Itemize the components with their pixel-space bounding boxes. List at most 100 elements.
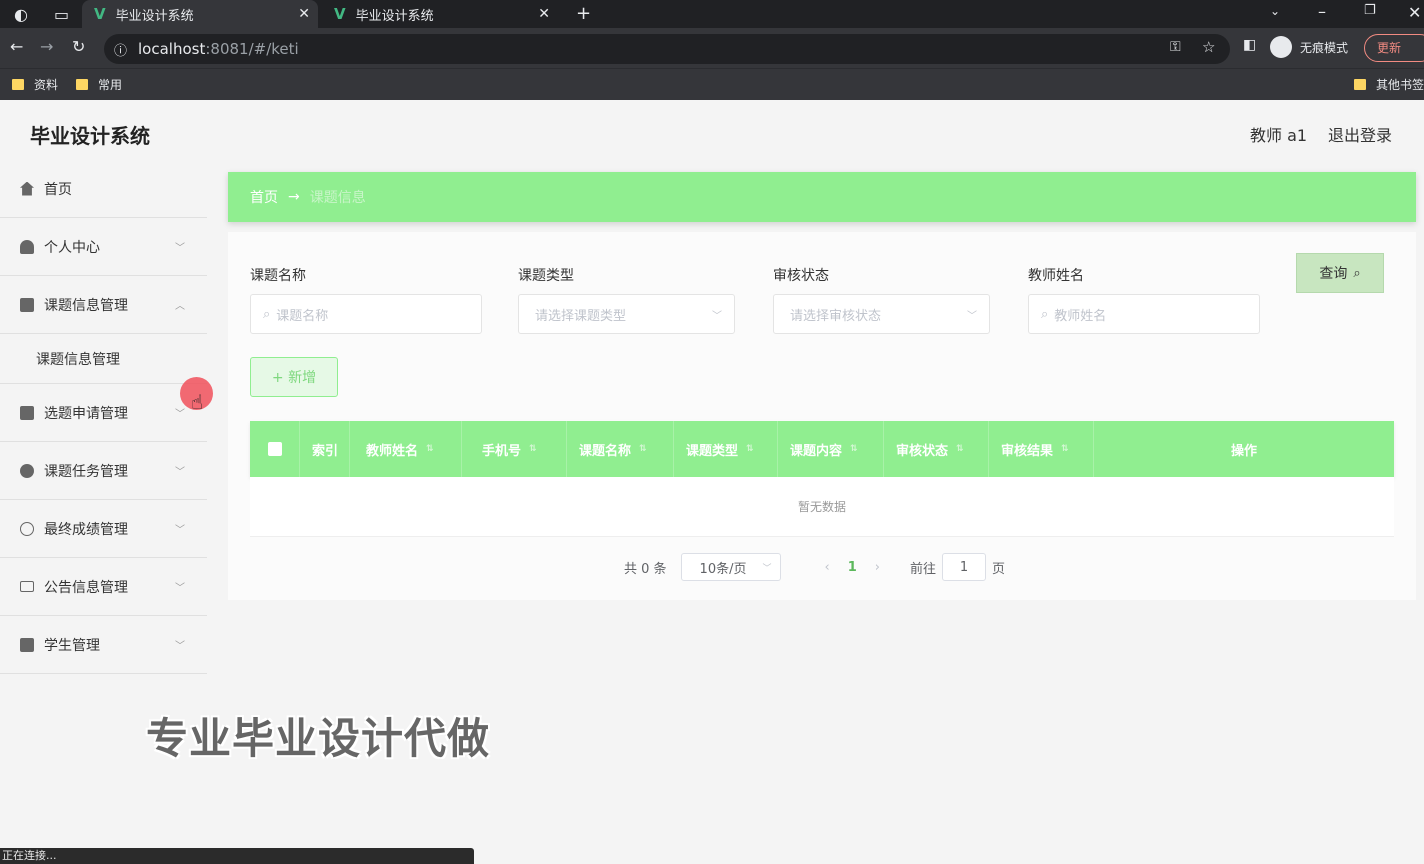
sidebar-subitem-label: 课题信息管理 bbox=[36, 351, 120, 368]
teacher-name-input[interactable]: ⌕ 教师姓名 bbox=[1028, 294, 1260, 334]
chevron-down-icon: ﹀ bbox=[712, 310, 722, 322]
chevron-down-icon: ﹀ bbox=[175, 525, 185, 536]
watermark-text: 专业毕业设计代做 bbox=[146, 714, 491, 763]
home-icon bbox=[20, 181, 34, 196]
site-info-icon[interactable]: ⓘ bbox=[114, 40, 127, 59]
sidebar-item-task-management[interactable]: 课题任务管理 ﹀ bbox=[0, 442, 207, 500]
sort-icon[interactable]: ⇅ bbox=[1061, 444, 1069, 454]
page-size-select[interactable]: 10条/页 ﹀ bbox=[680, 553, 781, 581]
tab-search-icon[interactable]: ▭ bbox=[54, 5, 69, 24]
pagination-total: 共 0 条 bbox=[624, 561, 667, 577]
topic-name-input[interactable]: ⌕ 课题名称 bbox=[250, 294, 482, 334]
column-header[interactable]: 课题类型 ⇅ bbox=[674, 421, 778, 477]
incognito-icon bbox=[1270, 36, 1292, 58]
column-header[interactable]: 审核状态 ⇅ bbox=[884, 421, 989, 477]
topic-type-select[interactable]: 请选择课题类型 ﹀ bbox=[518, 294, 735, 334]
sidebar-item-label: 个人中心 bbox=[44, 239, 100, 256]
add-button[interactable]: + 新增 bbox=[250, 357, 338, 397]
topic-name-placeholder: 课题名称 bbox=[276, 308, 329, 324]
window-close-icon[interactable]: ✕ bbox=[1408, 3, 1421, 22]
sidebar-item-personal-center[interactable]: 个人中心 ﹀ bbox=[0, 218, 207, 276]
browser-tab-bar: ◐ ▭ V 毕业设计系统 ✕ V 毕业设计系统 ✕ + ⌄ – ❐ ✕ bbox=[0, 0, 1424, 28]
sidebar-item-label: 学生管理 bbox=[44, 637, 100, 654]
bookmarks-bar: 资料 常用 其他书签 bbox=[0, 68, 1424, 100]
column-label: 操作 bbox=[1230, 443, 1257, 459]
sidebar-subitem-topic-info[interactable]: 课题信息管理 bbox=[0, 334, 207, 384]
column-label: 课题名称 bbox=[579, 443, 632, 459]
table-header: 索引 教师姓名 ⇅ 手机号 ⇅ 课题名称 ⇅ 课题类型 ⇅ 课题内容 ⇅ 审核状态 ⇅ 审核… bbox=[250, 421, 1394, 477]
incognito-profile[interactable]: 无痕模式 bbox=[1270, 36, 1348, 58]
breadcrumb-home[interactable]: 首页 bbox=[250, 187, 278, 207]
restore-icon[interactable]: ❐ bbox=[1364, 3, 1376, 18]
page-number-current[interactable]: 1 bbox=[848, 560, 857, 575]
empty-text: 暂无数据 bbox=[797, 500, 846, 514]
sidebar-item-home[interactable]: 首页 bbox=[0, 160, 207, 218]
bookmark-star-icon[interactable]: ☆ bbox=[1202, 38, 1215, 56]
sort-icon[interactable]: ⇅ bbox=[426, 444, 434, 454]
address-bar[interactable]: ⓘ localhost:8081/#/keti ⚿ ☆ bbox=[104, 34, 1230, 64]
clipboard-icon bbox=[20, 405, 34, 420]
bookmark-label: 常用 bbox=[98, 78, 123, 92]
query-label: 查询 bbox=[1319, 266, 1348, 282]
sort-icon[interactable]: ⇅ bbox=[746, 444, 754, 454]
table-empty-row: 暂无数据 bbox=[250, 477, 1394, 537]
select-all-checkbox[interactable] bbox=[268, 442, 282, 456]
new-tab-icon[interactable]: + bbox=[576, 3, 591, 24]
prev-page-icon[interactable]: ‹ bbox=[825, 560, 830, 575]
column-header[interactable]: 课题名称 ⇅ bbox=[567, 421, 674, 477]
goto-page-input[interactable]: 1 bbox=[942, 553, 987, 581]
review-status-select[interactable]: 请选择审核状态 ﹀ bbox=[773, 294, 990, 334]
logout-link[interactable]: 退出登录 bbox=[1328, 122, 1392, 146]
bookmark-folder-resources[interactable]: 资料 bbox=[12, 76, 58, 93]
filter-label-review-status: 审核状态 bbox=[773, 268, 829, 284]
sidebar-item-label: 公告信息管理 bbox=[44, 579, 128, 596]
sort-icon[interactable]: ⇅ bbox=[639, 444, 647, 454]
next-page-icon[interactable]: › bbox=[875, 560, 880, 575]
sort-icon[interactable]: ⇅ bbox=[956, 444, 964, 454]
sidebar-item-student-management[interactable]: 学生管理 ﹀ bbox=[0, 616, 207, 674]
topic-type-placeholder: 请选择课题类型 bbox=[535, 308, 627, 324]
column-header[interactable]: 课题内容 ⇅ bbox=[778, 421, 884, 477]
sidebar-item-label: 课题信息管理 bbox=[44, 297, 128, 314]
sort-icon[interactable]: ⇅ bbox=[850, 444, 858, 454]
bookmark-folder-common[interactable]: 常用 bbox=[76, 76, 122, 93]
search-icon: ⌕ bbox=[1041, 306, 1049, 322]
sidebar-item-topic-management[interactable]: 课题信息管理 ︿ bbox=[0, 276, 207, 334]
chevron-down-icon: ﹀ bbox=[175, 583, 185, 594]
browser-status-bar: 正在连接... bbox=[0, 848, 474, 864]
sidebar-item-label: 选题申请管理 bbox=[44, 405, 128, 422]
update-label: 更新 bbox=[1377, 41, 1402, 55]
search-icon: ⌕ bbox=[263, 306, 271, 322]
side-panel-icon[interactable]: ◧ bbox=[1243, 37, 1256, 53]
sidebar-item-application-management[interactable]: 选题申请管理 ﹀ bbox=[0, 384, 207, 442]
column-label: 审核结果 bbox=[1001, 443, 1054, 459]
tab-active[interactable]: V 毕业设计系统 ✕ bbox=[82, 0, 318, 28]
bookmark-folder-other[interactable]: 其他书签 bbox=[1354, 76, 1424, 93]
column-header[interactable]: 手机号 ⇅ bbox=[462, 421, 567, 477]
browser-menu-icon[interactable]: ◐ bbox=[14, 5, 28, 24]
column-label: 审核状态 bbox=[896, 443, 949, 459]
sidebar-item-grade-management[interactable]: 最终成绩管理 ﹀ bbox=[0, 500, 207, 558]
update-button[interactable]: 更新 bbox=[1364, 34, 1424, 62]
tab-list-icon[interactable]: ⌄ bbox=[1270, 4, 1280, 18]
key-icon[interactable]: ⚿ bbox=[1170, 39, 1181, 55]
sort-icon[interactable]: ⇅ bbox=[529, 444, 537, 454]
bookmark-label: 其他书签 bbox=[1376, 78, 1424, 92]
back-icon[interactable]: ← bbox=[10, 37, 23, 56]
forward-icon[interactable]: → bbox=[40, 37, 53, 56]
goto-page-value: 1 bbox=[959, 559, 969, 575]
tab-inactive[interactable]: V 毕业设计系统 ✕ bbox=[322, 0, 558, 28]
column-header[interactable]: 教师姓名 ⇅ bbox=[350, 421, 462, 477]
tab-title: 毕业设计系统 bbox=[355, 8, 434, 24]
reload-icon[interactable]: ↻ bbox=[72, 37, 85, 56]
folder-icon bbox=[1354, 79, 1366, 90]
tab-close-icon[interactable]: ✕ bbox=[538, 6, 550, 22]
column-header[interactable]: 审核结果 ⇅ bbox=[989, 421, 1094, 477]
user-icon bbox=[20, 239, 34, 254]
chevron-down-icon: ﹀ bbox=[175, 409, 185, 420]
chevron-down-icon: ﹀ bbox=[175, 641, 185, 652]
query-button[interactable]: 查询 ⌕ bbox=[1296, 253, 1384, 293]
sidebar-item-notice-management[interactable]: 公告信息管理 ﹀ bbox=[0, 558, 207, 616]
tab-close-icon[interactable]: ✕ bbox=[298, 6, 310, 22]
minimize-icon[interactable]: – bbox=[1318, 2, 1326, 21]
